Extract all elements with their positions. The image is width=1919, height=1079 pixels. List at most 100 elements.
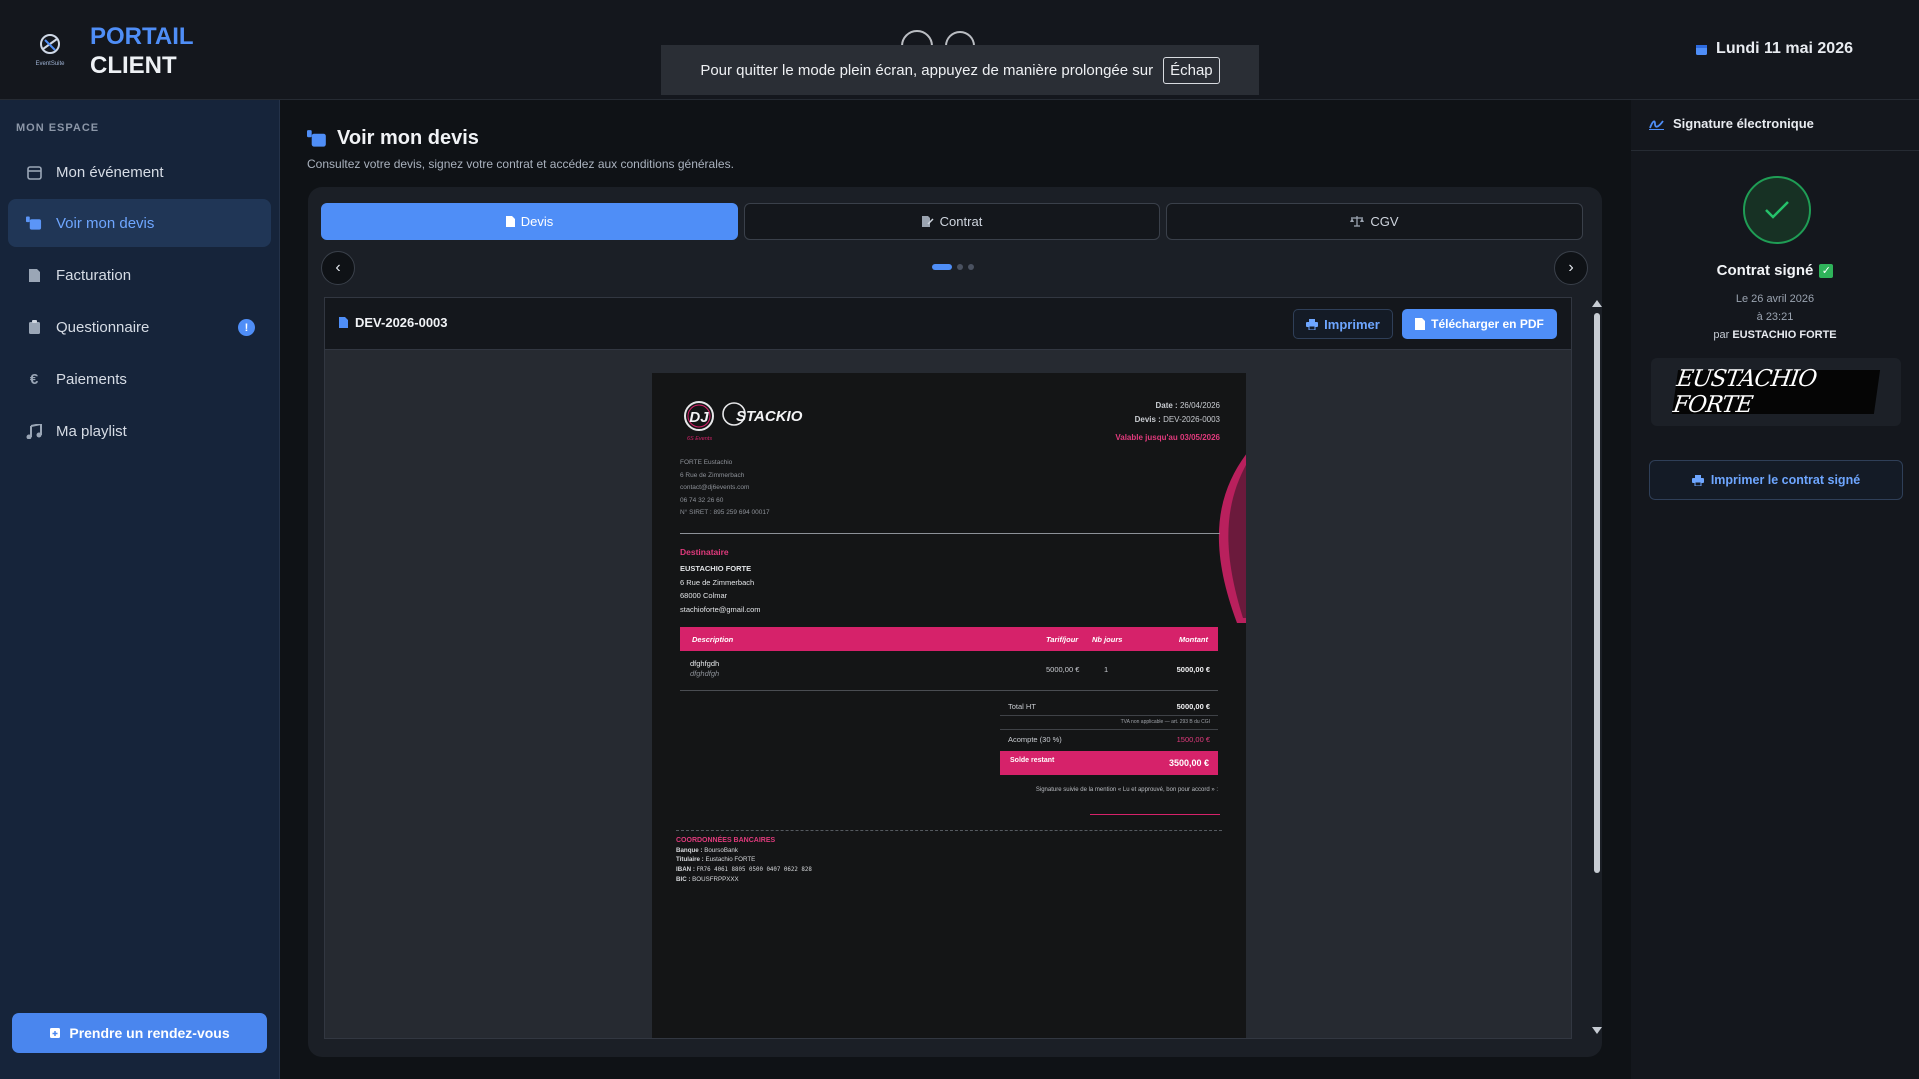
emitter-line: N° SIRET : 895 259 694 00017 [680,509,770,516]
brand-title: PORTAIL CLIENT [90,22,194,80]
quote-icon [26,215,42,231]
music-icon [26,423,42,439]
bank-label: BIC : [676,876,691,883]
carousel-dot[interactable] [957,264,963,270]
signature-note: Signature suivie de la mention « Lu et a… [1035,787,1218,793]
appointment-button[interactable]: Prendre un rendez-vous [12,1013,267,1053]
sidebar-item-label: Facturation [56,266,132,284]
scale-icon [1350,216,1365,227]
total-ht-value: 5000,00 € [1176,702,1210,711]
emitter-line: 6 Rue de Zimmerbach [680,471,745,479]
separator [680,690,1218,691]
deposit-label: Acompte (30 %) [1008,735,1062,744]
signature-preview: EUSTACHIO FORTE [1651,358,1901,426]
recipient-block: EUSTACHIO FORTE 6 Rue de Zimmerbach 6800… [680,562,761,616]
brand-line2: CLIENT [90,52,177,79]
bank-line: BIC : BOUSFRPPXXX [676,875,812,885]
carousel-dot[interactable] [932,264,952,270]
quote-label: Devis : [1134,415,1161,424]
print-signed-contract-button[interactable]: Imprimer le contrat signé [1649,460,1903,500]
sidebar-item-questionnaire[interactable]: Questionnaire ! [8,303,271,351]
carousel-dot[interactable] [968,264,974,270]
total-ht-label: Total HT [1008,702,1036,711]
signature-line [1090,814,1220,815]
sidebar-section-title: MON ESPACE [16,122,100,134]
main-content: Voir mon devis Consultez votre devis, si… [281,100,1630,1079]
signature-image: EUSTACHIO FORTE [1671,366,1881,418]
signature-panel-title-text: Signature électronique [1673,116,1814,131]
sidebar-item-label: Voir mon devis [56,214,155,232]
download-pdf-button[interactable]: Télécharger en PDF [1402,309,1557,339]
viewer-toolbar: DEV-2026-0003 Imprimer Télécharger en PD… [325,298,1571,350]
chevron-right-icon: › [1568,259,1574,276]
file-pdf-icon [1415,318,1426,330]
document-icon [339,317,348,328]
document-icon [505,216,515,227]
quote-number: Devis : DEV-2026-0003 [1115,413,1220,427]
fullscreen-notice: Pour quitter le mode plein écran, appuye… [661,45,1259,95]
tab-cgv[interactable]: CGV [1166,203,1583,240]
appointment-button-label: Prendre un rendez-vous [69,1025,230,1041]
page-title-text: Voir mon devis [337,127,479,149]
check-icon [1743,176,1811,244]
current-date: Lundi 11 mai 2026 [1695,40,1853,58]
sidebar-item-payments[interactable]: € Paiements [8,355,271,403]
col-rate: Tarif/jour [1046,635,1079,644]
carousel-prev-button[interactable]: ‹ [321,251,355,285]
tab-label: Contrat [939,214,983,229]
sidebar-item-label: Paiements [56,370,127,388]
recipient-name: EUSTACHIO FORTE [680,564,752,573]
items-table-header: Description Tarif/jour Nb jours Montant [680,627,1218,651]
contract-status: Contrat signé ✓ [1631,262,1919,279]
vat-note: TVA non applicable — art. 293 B du CGI [1120,719,1210,725]
contract-status-text: Contrat signé [1716,262,1814,279]
sidebar-item-playlist[interactable]: Ma playlist [8,407,271,455]
bank-value: Eustachio FORTE [705,856,756,863]
logo-dj-text: DJ [689,409,709,426]
sidebar-item-label: Mon événement [56,163,164,181]
signed-by-prefix: par [1713,329,1730,341]
document-panel: Devis Contrat CGV ‹ › DEV-2026-0003 Impr… [308,187,1602,1057]
logo-tag-text: 6S Events [687,436,712,442]
printer-icon [1691,474,1704,486]
sidebar-item-event[interactable]: Mon événement [8,148,271,196]
sidebar-item-billing[interactable]: Facturation [8,251,271,299]
logo-brand-text: STACKIO [736,408,803,425]
calendar-plus-icon [50,1028,61,1038]
table-row: dfghfgdh dfghdfgh 5000,00 € 1 5000,00 € [680,659,1218,685]
recipient-title: Destinataire [680,547,729,557]
print-button[interactable]: Imprimer [1293,309,1393,339]
tab-contrat[interactable]: Contrat [744,203,1160,240]
sidebar-item-quote[interactable]: Voir mon devis [8,199,271,247]
signed-time: à 23:21 [1756,311,1794,323]
checkbox-checked-icon: ✓ [1819,264,1834,279]
signed-date: Le 26 avril 2026 [1735,293,1815,305]
clipboard-icon [26,319,42,335]
tab-devis[interactable]: Devis [321,203,738,240]
dashed-separator [676,830,1222,831]
viewer-scrollbar[interactable] [1591,297,1603,1039]
scroll-up-icon[interactable] [1592,299,1602,307]
scroll-down-icon[interactable] [1592,1027,1602,1035]
separator [680,533,1220,534]
carousel-next-button[interactable]: › [1554,251,1588,285]
tab-label: CGV [1370,214,1399,229]
logo-text: EventSuite [35,61,65,67]
col-description: Description [692,635,734,644]
quote-document-page: DJ STACKIO 6S Events Date : 26/04/2026 D… [652,373,1246,1038]
scroll-thumb[interactable] [1594,313,1600,873]
quote-date: Date : 26/04/2026 [1115,399,1220,413]
eventsuite-logo: EventSuite [35,34,65,67]
decorative-swoosh [1218,454,1246,623]
total-ht-row: Total HT 5000,00 € [1000,702,1218,716]
brand-line1: PORTAIL [90,23,194,50]
signature-info: Le 26 avril 2026 à 23:21 par EUSTACHIO F… [1631,290,1919,344]
bank-line: Banque : BoursoBank [676,846,812,856]
bank-label: Banque : [676,846,703,854]
stackio-logo: DJ STACKIO 6S Events [684,401,803,442]
recipient-line: 6 Rue de Zimmerbach [680,577,755,587]
recipient-line: stachioforte@gmail.com [680,604,761,614]
print-button-label: Imprimer [1324,316,1380,332]
emitter-block: FORTE Eustachio 6 Rue de Zimmerbach cont… [680,457,770,520]
top-header: EventSuite PORTAIL CLIENT Lundi 11 mai 2… [0,0,1919,100]
